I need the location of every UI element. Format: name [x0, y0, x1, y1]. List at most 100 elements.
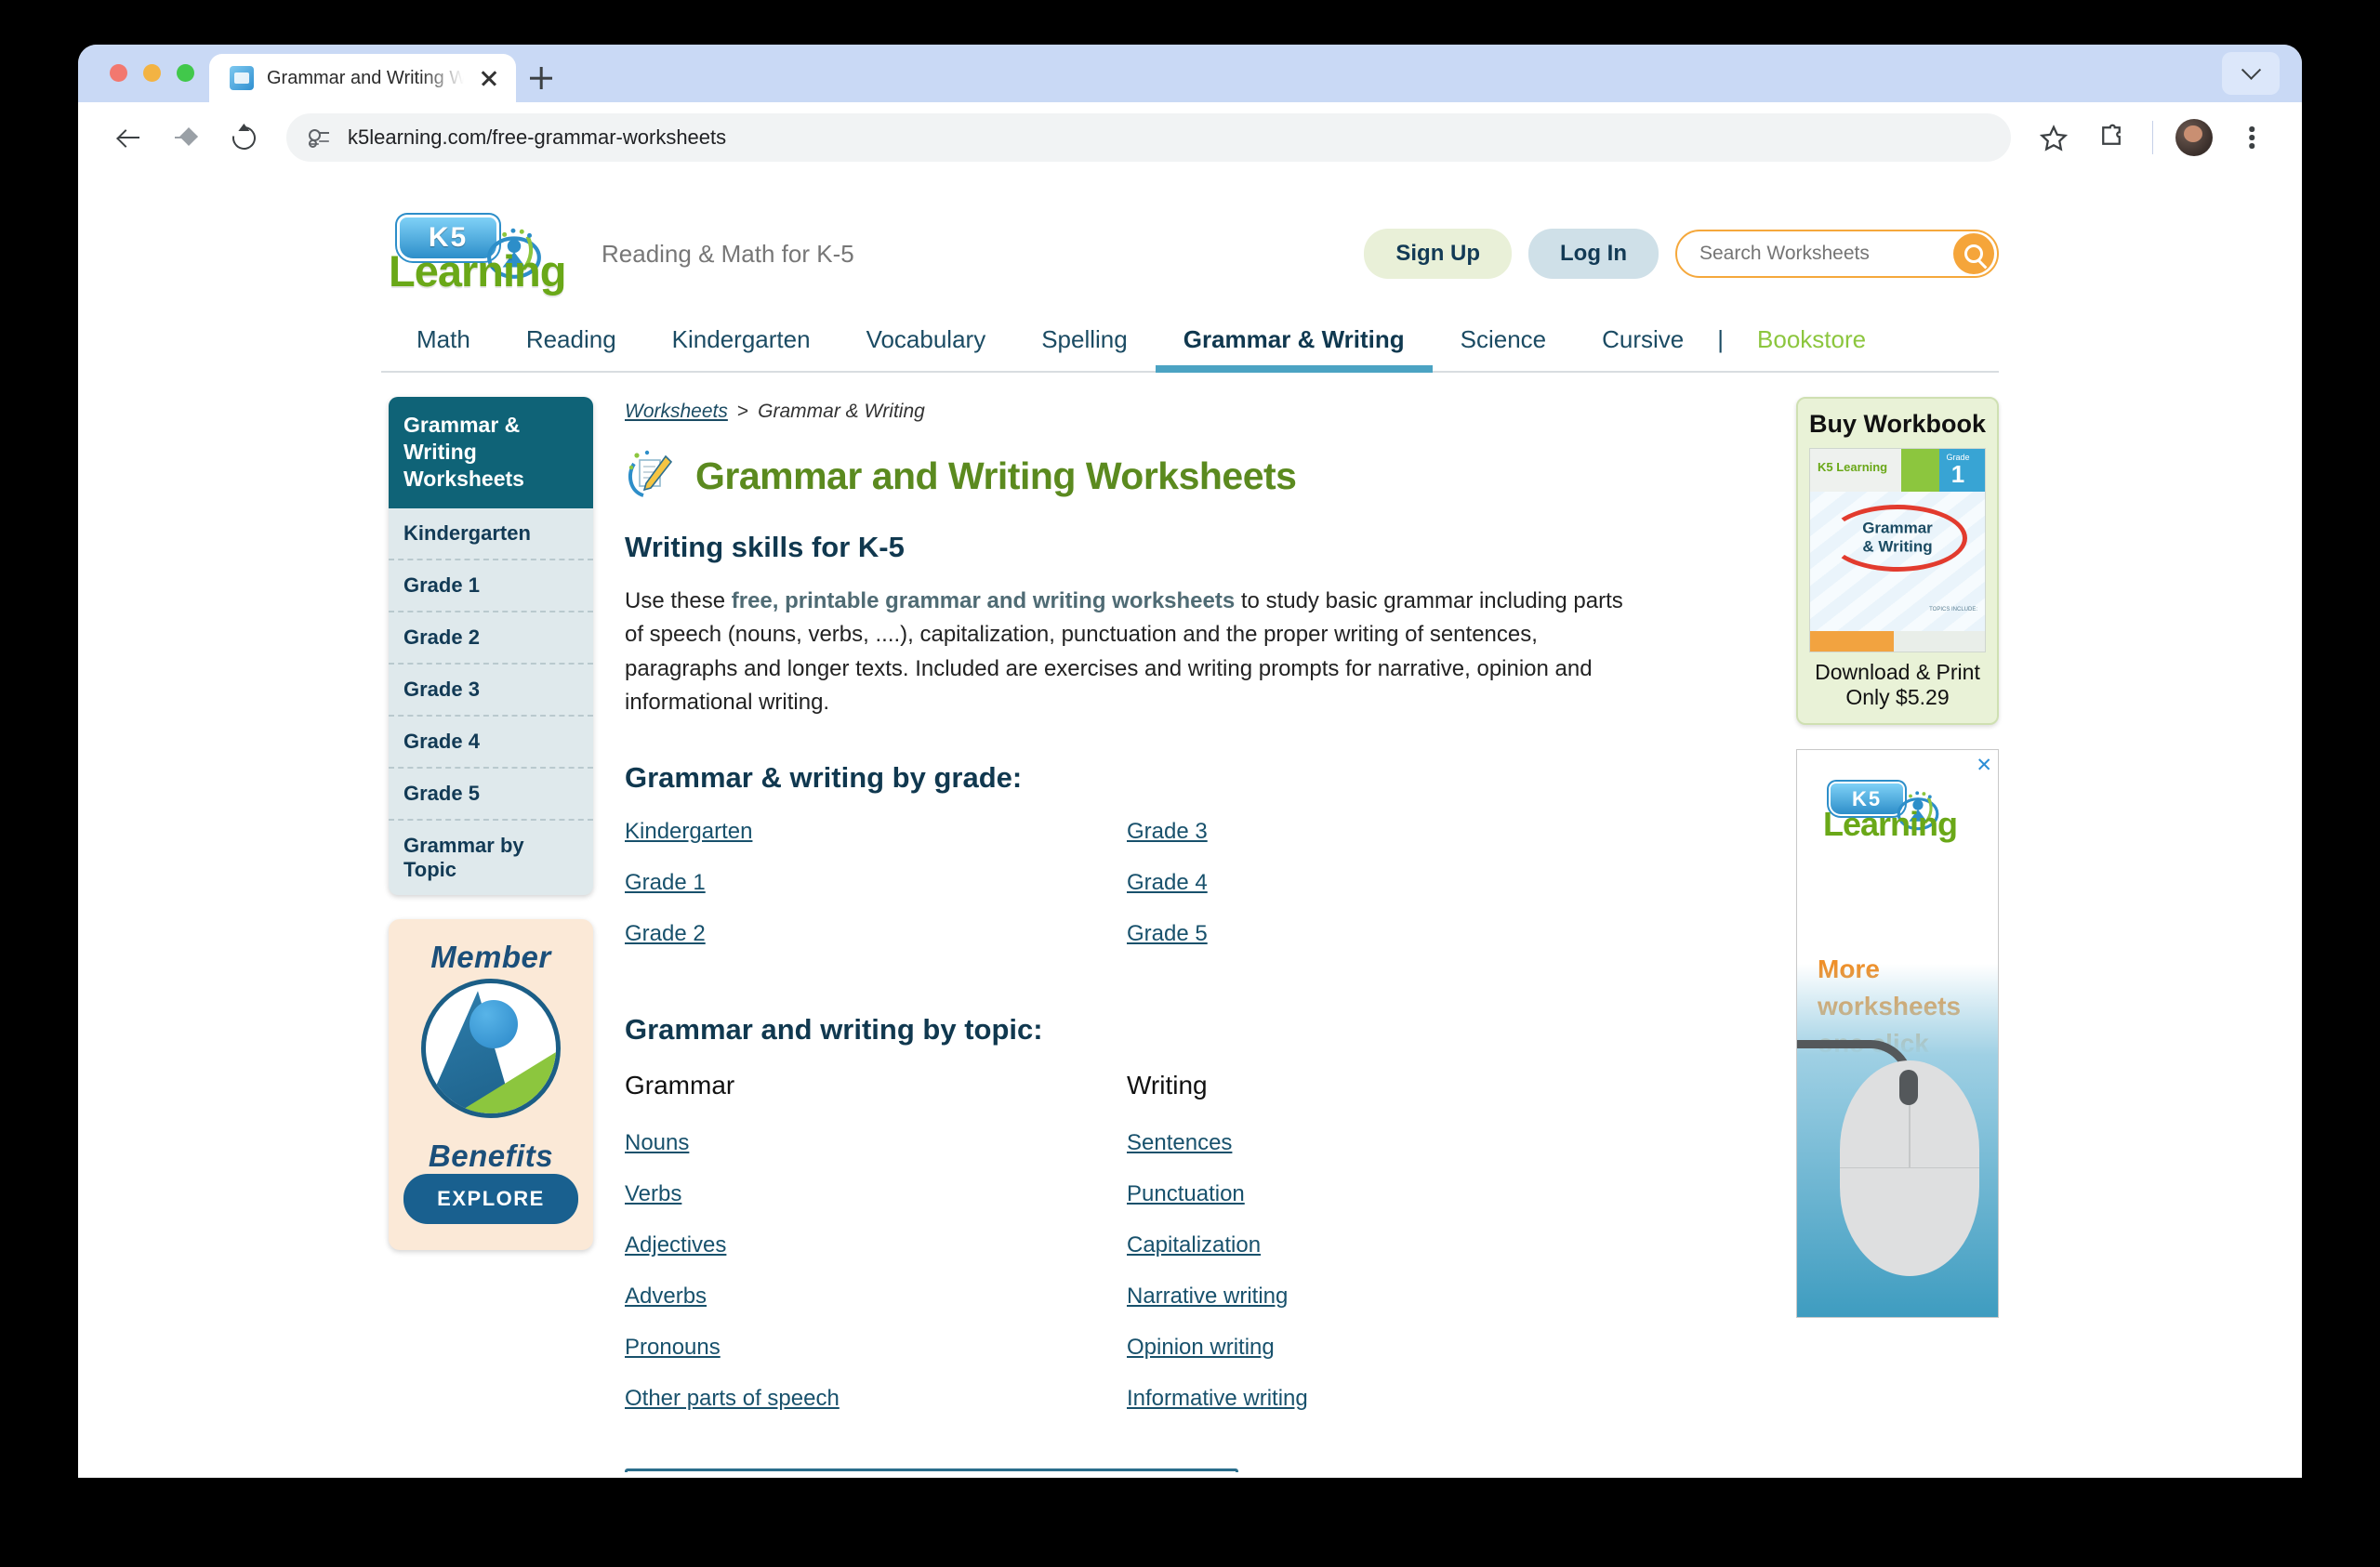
sidebar-item-grammar-by-topic[interactable]: Grammar by Topic [389, 821, 593, 895]
close-icon[interactable]: ✕ [1976, 754, 1992, 777]
breadcrumb-current: Grammar & Writing [758, 401, 925, 422]
forward-button[interactable] [160, 112, 212, 164]
search-input[interactable] [1699, 243, 1953, 265]
tab-list-button[interactable] [2222, 52, 2280, 95]
sidebar-item-grade-5[interactable]: Grade 5 [389, 769, 593, 822]
nav-item-math[interactable]: Math [389, 314, 498, 371]
topic-link-sentences[interactable]: Sentences [1127, 1130, 1629, 1156]
grade-link-grade-2[interactable]: Grade 2 [625, 921, 1127, 947]
page-title-row: Grammar and Writing Worksheets [625, 449, 1765, 503]
topic-link-other-parts-of-speech[interactable]: Other parts of speech [625, 1386, 1127, 1412]
desktop-background: Grammar and Writing Worksh k5learning.co… [0, 0, 2380, 1567]
cover-title-line-2: & Writing [1862, 537, 1933, 556]
download-print-text: Download & Print [1815, 660, 1980, 684]
main-navigation: Math Reading Kindergarten Vocabulary Spe… [381, 314, 1999, 373]
pencil-paper-icon [628, 450, 673, 497]
page-viewport: K5 Learning Reading & Math for K-5 Sign … [78, 173, 2302, 1478]
address-bar[interactable]: k5learning.com/free-grammar-worksheets [286, 113, 2011, 162]
topic-link-capitalization[interactable]: Capitalization [1127, 1232, 1629, 1258]
new-tab-button[interactable] [516, 54, 566, 102]
cover-title-line-1: Grammar [1862, 519, 1933, 537]
cover-topics-text: TOPICS INCLUDE: [1929, 607, 1977, 612]
minimize-window-button[interactable] [143, 64, 161, 82]
nav-item-grammar-writing[interactable]: Grammar & Writing [1155, 314, 1433, 373]
topic-link-opinion-writing[interactable]: Opinion writing [1127, 1335, 1629, 1361]
grade-section-heading: Grammar & writing by grade: [625, 760, 1023, 794]
nav-item-vocabulary[interactable]: Vocabulary [839, 314, 1014, 371]
topic-link-adjectives[interactable]: Adjectives [625, 1232, 1127, 1258]
browser-tab[interactable]: Grammar and Writing Worksh [209, 54, 516, 102]
back-button[interactable] [102, 112, 154, 164]
grade-link-grade-5[interactable]: Grade 5 [1127, 921, 1629, 947]
right-sidebar: Buy Workbook K5 Learning Grade 1 Grammar… [1796, 397, 1999, 1478]
profile-button[interactable] [2168, 112, 2220, 164]
mouse-scroll-wheel [1899, 1070, 1918, 1106]
grade-link-columns: Kindergarten Grade 1 Grade 2 Grade 3 Gra… [625, 819, 1765, 972]
topic-link-verbs[interactable]: Verbs [625, 1181, 1127, 1207]
page-title: Grammar and Writing Worksheets [695, 454, 1297, 497]
grade-link-grade-1[interactable]: Grade 1 [625, 870, 1127, 896]
k5-learning-logo[interactable]: K5 Learning [389, 217, 579, 296]
ad-background-gradient [1797, 964, 1998, 1318]
member-benefits-card[interactable]: Member Benefits EXPLORE [389, 919, 593, 1251]
topic-link-adverbs[interactable]: Adverbs [625, 1284, 1127, 1310]
grade-link-grade-3[interactable]: Grade 3 [1127, 819, 1629, 845]
back-arrow-icon [117, 126, 139, 149]
grade-links-left: Kindergarten Grade 1 Grade 2 [625, 819, 1127, 972]
cover-grade-number: 1 [1950, 460, 1965, 488]
sidebar-item-grade-4[interactable]: Grade 4 [389, 717, 593, 770]
chevron-down-icon [2241, 59, 2261, 80]
sidebar-heading: Grammar & Writing Worksheets [389, 397, 593, 509]
site-tagline: Reading & Math for K-5 [602, 239, 854, 268]
sign-up-button[interactable]: Sign Up [1364, 229, 1513, 279]
topic-link-informative-writing[interactable]: Informative writing [1127, 1386, 1629, 1412]
topic-link-narrative-writing[interactable]: Narrative writing [1127, 1284, 1629, 1310]
topic-link-nouns[interactable]: Nouns [625, 1130, 1127, 1156]
cover-brand-text: K5 Learning [1818, 460, 1888, 474]
grade-link-kindergarten[interactable]: Kindergarten [625, 819, 1127, 845]
nav-item-kindergarten[interactable]: Kindergarten [644, 314, 839, 371]
cover-footer-band [1810, 631, 1985, 652]
nav-item-science[interactable]: Science [1433, 314, 1575, 371]
advertisement-banner[interactable]: ✕ K5 Learning [1796, 749, 1999, 1319]
topic-link-pronouns[interactable]: Pronouns [625, 1335, 1127, 1361]
logo-head-shape [469, 1000, 518, 1049]
browser-menu-button[interactable] [2226, 112, 2278, 164]
main-content: Worksheets > Grammar & Writing Grammar a… [625, 397, 1765, 1478]
grade-link-grade-4[interactable]: Grade 4 [1127, 870, 1629, 896]
ad-k5-logo: K5 Learning [1823, 784, 1972, 843]
logo-wordmark: Learning [389, 246, 566, 296]
member-benefits-logo: Member Benefits [403, 940, 578, 1174]
topic-link-punctuation[interactable]: Punctuation [1127, 1181, 1629, 1207]
nav-item-bookstore[interactable]: Bookstore [1729, 314, 1894, 371]
extensions-button[interactable] [2085, 112, 2137, 164]
header-actions: Sign Up Log In [1364, 229, 1999, 279]
forward-arrow-icon [175, 126, 197, 149]
left-sidebar: Grammar & Writing Worksheets Kindergarte… [389, 397, 593, 1478]
search-box[interactable] [1675, 230, 1999, 278]
site-settings-icon[interactable] [307, 125, 331, 150]
sidebar-item-grade-2[interactable]: Grade 2 [389, 612, 593, 665]
reload-button[interactable] [218, 112, 270, 164]
sidebar-item-grade-1[interactable]: Grade 1 [389, 560, 593, 613]
sidebar-item-grade-3[interactable]: Grade 3 [389, 665, 593, 718]
nav-item-cursive[interactable]: Cursive [1574, 314, 1712, 371]
window-controls [78, 64, 194, 102]
maximize-window-button[interactable] [177, 64, 194, 82]
explore-button[interactable]: EXPLORE [403, 1174, 578, 1225]
bookmark-button[interactable] [2028, 112, 2080, 164]
buy-workbook-card[interactable]: Buy Workbook K5 Learning Grade 1 Grammar… [1796, 397, 1999, 726]
page-content: K5 Learning Reading & Math for K-5 Sign … [381, 173, 1999, 1478]
sidebar-menu: Grammar & Writing Worksheets Kindergarte… [389, 397, 593, 896]
tab-title: Grammar and Writing Worksh [267, 67, 464, 88]
browser-window: Grammar and Writing Worksh k5learning.co… [78, 45, 2302, 1478]
close-tab-icon[interactable] [477, 66, 501, 90]
nav-item-spelling[interactable]: Spelling [1013, 314, 1156, 371]
log-in-button[interactable]: Log In [1528, 229, 1659, 279]
nav-item-reading[interactable]: Reading [498, 314, 644, 371]
reload-icon [227, 121, 260, 154]
search-button[interactable] [1953, 233, 1994, 274]
sidebar-item-kindergarten[interactable]: Kindergarten [389, 508, 593, 561]
breadcrumb-worksheets-link[interactable]: Worksheets [625, 401, 728, 422]
close-window-button[interactable] [110, 64, 127, 82]
